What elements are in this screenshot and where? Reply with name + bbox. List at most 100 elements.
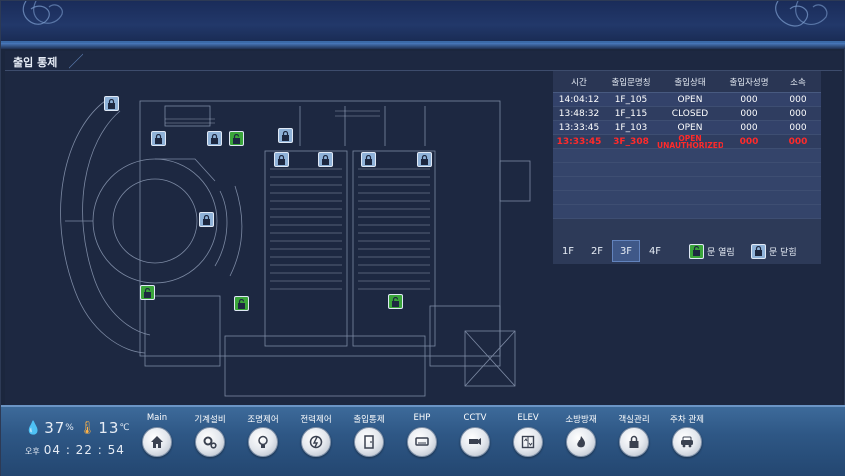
door-open-lock-icon[interactable] [234,296,249,311]
decorative-logo-icon [22,1,63,25]
nav-item-label: ELEV [517,413,539,423]
nav-item-label: CCTV [463,413,487,423]
fire-icon[interactable] [566,427,596,457]
legend-open-label: 문 열림 [707,247,735,258]
legend-door-open: 문 열림 [689,243,735,259]
column-header-time[interactable]: 시간 [553,76,605,88]
cell-status: OPEN [677,122,703,133]
nav-item-주차-관제[interactable]: 주차 관제 [661,413,713,457]
floor-selector: 1F 2F 3F 4F 문 열림 문 닫힘 [553,238,821,264]
header-strip [1,43,845,49]
nav-item-기계설비[interactable]: 기계설비 [184,413,236,457]
cell-door: 1F_103 [614,122,648,133]
aircon-icon[interactable] [407,427,437,457]
nav-item-객실관리[interactable]: 객실관리 [608,413,660,457]
cell-door: 1F_105 [614,94,648,105]
nav-item-label: EHP [413,413,431,423]
humidity-temperature-row: 💧 37 % 🌡 13 ℃ [25,419,130,437]
temperature-value: 13 [98,419,120,437]
access-log-empty-row [553,191,821,205]
door-closed-lock-icon[interactable] [318,152,333,167]
app-window: 출입 통제 시간 출입문명칭 출입상태 출입자성명 소속 14:04:12 1F… [0,0,845,476]
floor-button-4f[interactable]: 4F [641,240,669,262]
nav-item-조명제어[interactable]: 조명제어 [237,413,289,457]
floor-button-1f[interactable]: 1F [554,240,582,262]
door-open-lock-icon[interactable] [388,294,403,309]
legend-door-closed: 문 닫힘 [751,243,797,259]
nav-item-ehp[interactable]: EHP [396,413,448,457]
door-closed-lock-icon[interactable] [417,152,432,167]
humidity-unit: % [65,423,75,433]
panel-title: 출입 통제 [13,56,58,69]
elevator-icon[interactable] [513,427,543,457]
access-log-body: 14:04:12 1F_105 OPEN 000 000 13:48:32 1F_115 CL… [553,93,821,219]
cell-status: OPEN UNAUTHORIZED [657,134,723,149]
panel-title-notch [69,51,83,71]
floor-button-3f[interactable]: 3F [612,240,640,262]
bottom-nav-bar: 💧 37 % 🌡 13 ℃ 오후 04 : 22 : 54 Main 기계설비 조명… [1,405,845,476]
column-header-dept[interactable]: 소속 [775,76,821,88]
cell-door: 1F_115 [614,108,648,119]
cell-dept: 000 [789,94,807,105]
access-log-row[interactable]: 13:33:45 3F_308 OPEN UNAUTHORIZED 000 000 [553,135,821,149]
door-open-lock-icon[interactable] [229,131,244,146]
legend-closed-label: 문 닫힘 [769,247,797,258]
camera-icon[interactable] [460,427,490,457]
main-menu: Main 기계설비 조명제어 전력제어 출입통제 EHP CCTV ELEV 소방방재 객실관리 주… [131,413,714,457]
door-closed-lock-icon[interactable] [274,152,289,167]
cell-time: 13:33:45 [556,136,602,147]
clock-time: 04 : 22 : 54 [43,443,125,457]
nav-item-소방방재[interactable]: 소방방재 [555,413,607,457]
door-icon[interactable] [354,427,384,457]
column-header-status[interactable]: 출입상태 [657,76,723,88]
clock: 오후 04 : 22 : 54 [25,443,125,457]
nav-item-main[interactable]: Main [131,413,183,457]
door-open-lock-icon[interactable] [140,285,155,300]
door-open-lock-icon [689,243,704,259]
home-icon[interactable] [142,427,172,457]
access-log-header: 시간 출입문명칭 출입상태 출입자성명 소속 [553,71,821,93]
bulb-icon[interactable] [248,427,278,457]
power-icon[interactable] [301,427,331,457]
humidity-value: 37 [44,419,66,437]
nav-item-label: 조명제어 [247,415,279,425]
gears-icon[interactable] [195,427,225,457]
cell-time: 13:48:32 [558,108,600,119]
nav-item-elev[interactable]: ELEV [502,413,554,457]
nav-item-label: 소방방재 [565,415,597,425]
parking-icon[interactable] [672,427,702,457]
cell-door: 3F_308 [613,136,649,147]
door-closed-lock-icon [751,243,766,259]
access-log-empty-row [553,177,821,191]
cell-name: 000 [740,108,758,119]
cell-dept: 000 [789,108,807,119]
access-log-row[interactable]: 13:48:32 1F_115 CLOSED 000 000 [553,107,821,121]
door-closed-lock-icon[interactable] [104,96,119,111]
door-closed-lock-icon[interactable] [207,131,222,146]
column-header-name[interactable]: 출입자성명 [723,76,775,88]
access-log-row[interactable]: 13:33:45 1F_103 OPEN 000 000 [553,121,821,135]
column-header-door[interactable]: 출입문명칭 [605,76,657,88]
nav-item-label: Main [146,413,168,423]
nav-item-전력제어[interactable]: 전력제어 [290,413,342,457]
floor-button-2f[interactable]: 2F [583,240,611,262]
nav-item-출입통제[interactable]: 출입통제 [343,413,395,457]
clock-ampm: 오후 [25,447,40,456]
panel-title-bar: 출입 통제 [5,51,842,71]
cell-time: 13:33:45 [558,122,600,133]
door-closed-lock-icon[interactable] [151,131,166,146]
access-log-row[interactable]: 14:04:12 1F_105 OPEN 000 000 [553,93,821,107]
door-closed-lock-icon[interactable] [199,212,214,227]
nav-item-cctv[interactable]: CCTV [449,413,501,457]
nav-item-label: 기계설비 [194,415,226,425]
door-closed-lock-icon[interactable] [361,152,376,167]
cell-name: 000 [739,136,759,147]
environment-status: 💧 37 % 🌡 13 ℃ 오후 04 : 22 : 54 [25,419,130,469]
cell-time: 14:04:12 [558,94,600,105]
door-closed-lock-icon[interactable] [278,128,293,143]
room-lock-icon[interactable] [619,427,649,457]
cell-dept: 000 [789,122,807,133]
floor-plan-map[interactable] [45,91,545,401]
cell-name: 000 [740,94,758,105]
access-log-empty-row [553,205,821,219]
